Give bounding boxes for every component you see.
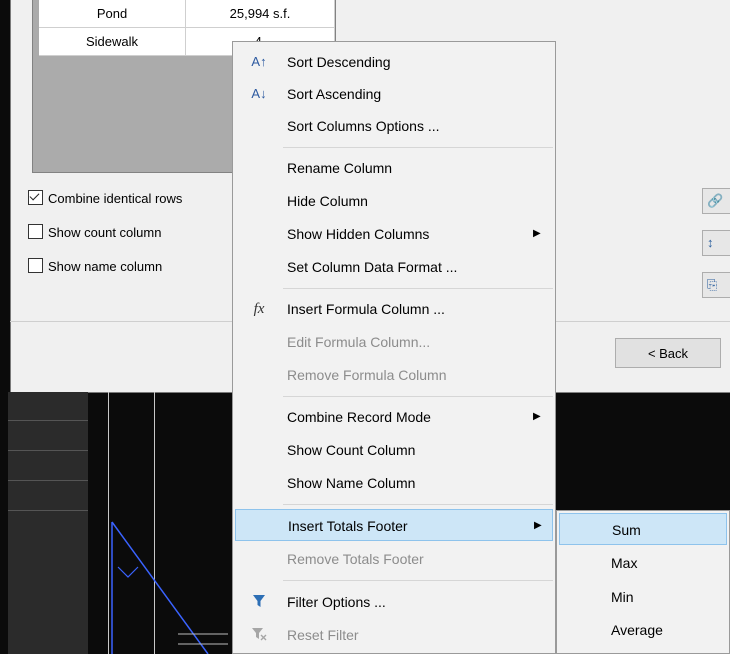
sort-az-icon[interactable]: ↕ xyxy=(702,230,730,256)
show-count-column-label: Show count column xyxy=(48,225,162,240)
checkbox-unchecked-icon[interactable] xyxy=(28,224,43,239)
checkbox-unchecked-icon[interactable] xyxy=(28,258,43,273)
menu-separator xyxy=(283,396,553,397)
link-icon[interactable]: 🔗 xyxy=(702,188,730,214)
totals-footer-submenu: Sum Max Min Average xyxy=(556,510,730,654)
menu-item-show-name-column[interactable]: Show Name Column xyxy=(235,467,553,499)
reset-filter-icon xyxy=(249,619,269,651)
menu-item-sort-descending[interactable]: A↑ Sort Descending xyxy=(235,46,553,78)
submenu-item-label: Average xyxy=(611,622,663,638)
sort-descending-icon: A↑ xyxy=(251,54,267,69)
table-cell-name: Pond xyxy=(39,0,186,28)
menu-item-label: Sort Descending xyxy=(287,54,391,70)
submenu-item-max[interactable]: Max xyxy=(559,547,727,579)
submenu-item-sum[interactable]: Sum xyxy=(559,513,727,545)
fx-icon: fx xyxy=(253,301,265,317)
menu-item-reset-filter: Reset Filter xyxy=(235,619,553,651)
menu-item-remove-totals-footer: Remove Totals Footer xyxy=(235,543,553,575)
menu-item-rename-column[interactable]: Rename Column xyxy=(235,152,553,184)
table-cell-value: 25,994 s.f. xyxy=(186,0,335,28)
menu-item-label: Edit Formula Column... xyxy=(287,334,431,350)
menu-item-label: Sort Ascending xyxy=(287,86,382,102)
menu-item-show-count-column[interactable]: Show Count Column xyxy=(235,434,553,466)
menu-item-label: Set Column Data Format ... xyxy=(287,259,458,275)
grid-line xyxy=(8,510,88,511)
menu-item-label: Show Hidden Columns xyxy=(287,226,430,242)
menu-item-label: Insert Formula Column ... xyxy=(287,301,445,317)
table-row[interactable]: Pond 25,994 s.f. xyxy=(39,0,335,28)
menu-item-filter-options[interactable]: Filter Options ... xyxy=(235,586,553,618)
show-name-column-checkbox[interactable]: Show name column xyxy=(28,257,162,277)
combine-identical-rows-checkbox[interactable]: Combine identical rows xyxy=(28,189,182,209)
menu-item-sort-ascending[interactable]: A↓ Sort Ascending xyxy=(235,78,553,110)
menu-item-label: Reset Filter xyxy=(287,627,359,643)
submenu-arrow-icon: ▶ xyxy=(534,520,542,531)
menu-item-combine-record-mode[interactable]: Combine Record Mode ▶ xyxy=(235,401,553,433)
grid-line xyxy=(8,450,88,451)
grid-line xyxy=(8,420,88,421)
menu-item-hide-column[interactable]: Hide Column xyxy=(235,185,553,217)
submenu-item-average[interactable]: Average xyxy=(559,614,727,646)
menu-item-label: Insert Totals Footer xyxy=(288,518,408,534)
menu-item-label: Combine Record Mode xyxy=(287,409,431,425)
back-button[interactable]: < Back xyxy=(615,338,721,368)
show-name-column-label: Show name column xyxy=(48,259,163,274)
grid-line xyxy=(8,480,88,481)
menu-separator xyxy=(283,504,553,505)
show-count-column-checkbox[interactable]: Show count column xyxy=(28,223,161,243)
menu-item-label: Filter Options ... xyxy=(287,594,386,610)
cad-drawing xyxy=(111,521,228,654)
menu-item-show-hidden-columns[interactable]: Show Hidden Columns ▶ xyxy=(235,218,553,250)
submenu-item-min[interactable]: Min xyxy=(559,581,727,613)
menu-item-label: Rename Column xyxy=(287,160,393,176)
drawing-background-panel xyxy=(8,392,88,654)
menu-item-label: Show Name Column xyxy=(287,475,416,491)
menu-item-sort-columns-options[interactable]: Sort Columns Options ... xyxy=(235,110,553,142)
checkbox-checked-icon[interactable] xyxy=(28,190,43,205)
menu-item-insert-formula-column[interactable]: fx Insert Formula Column ... xyxy=(235,293,553,325)
combine-identical-rows-label: Combine identical rows xyxy=(48,191,183,206)
submenu-item-label: Sum xyxy=(612,522,641,538)
menu-item-label: Show Count Column xyxy=(287,442,416,458)
cad-drawing xyxy=(556,392,730,393)
filter-icon xyxy=(249,586,269,618)
menu-item-label: Remove Totals Footer xyxy=(287,551,424,567)
menu-item-edit-formula-column: Edit Formula Column... xyxy=(235,326,553,358)
menu-item-label: Hide Column xyxy=(287,193,368,209)
table-cell-name: Sidewalk xyxy=(39,28,186,56)
menu-separator xyxy=(283,147,553,148)
menu-separator xyxy=(283,288,553,289)
sort-ascending-icon: A↓ xyxy=(251,86,267,101)
submenu-arrow-icon: ▶ xyxy=(533,411,541,422)
submenu-item-label: Min xyxy=(611,589,634,605)
copy-icon[interactable]: ⎘ xyxy=(702,272,730,298)
menu-item-remove-formula-column: Remove Formula Column xyxy=(235,359,553,391)
column-context-menu: A↑ Sort Descending A↓ Sort Ascending Sor… xyxy=(232,41,556,654)
menu-item-set-column-data-format[interactable]: Set Column Data Format ... xyxy=(235,251,553,283)
submenu-item-label: Max xyxy=(611,555,638,571)
menu-item-label: Remove Formula Column xyxy=(287,367,447,383)
menu-item-insert-totals-footer[interactable]: Insert Totals Footer ▶ xyxy=(235,509,553,541)
submenu-arrow-icon: ▶ xyxy=(533,228,541,239)
menu-separator xyxy=(283,580,553,581)
menu-item-label: Sort Columns Options ... xyxy=(287,118,440,134)
